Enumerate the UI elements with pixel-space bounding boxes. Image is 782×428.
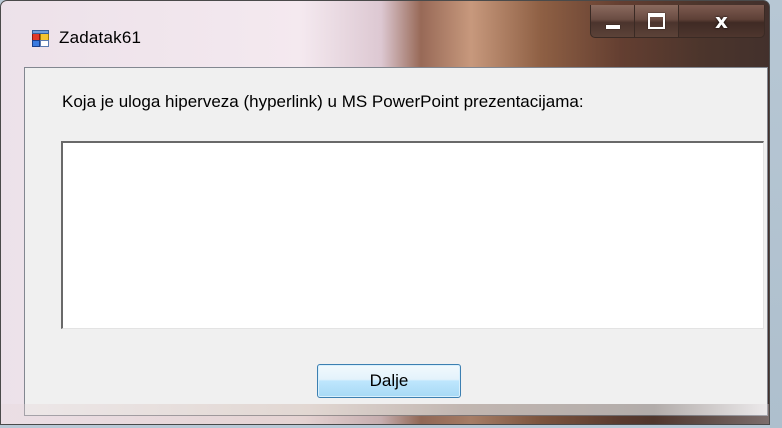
close-icon: x bbox=[715, 9, 728, 33]
app-form-icon bbox=[32, 30, 49, 47]
app-window: Zadatak61 x Koja je uloga hiperveza (hyp… bbox=[0, 0, 770, 425]
maximize-icon bbox=[648, 13, 665, 29]
question-label: Koja je uloga hiperveza (hyperlink) u MS… bbox=[62, 92, 584, 111]
caption-buttons: x bbox=[590, 5, 769, 38]
form-client-area: Koja je uloga hiperveza (hyperlink) u MS… bbox=[24, 67, 768, 416]
title-bar[interactable]: Zadatak61 x bbox=[1, 1, 769, 47]
maximize-button[interactable] bbox=[634, 5, 678, 38]
next-button[interactable]: Dalje bbox=[317, 364, 461, 398]
minimize-icon bbox=[605, 25, 620, 29]
minimize-button[interactable] bbox=[590, 5, 634, 38]
answer-textarea[interactable] bbox=[61, 141, 764, 329]
desktop-background bbox=[770, 0, 782, 428]
window-title: Zadatak61 bbox=[59, 28, 142, 47]
close-button[interactable]: x bbox=[678, 5, 765, 38]
